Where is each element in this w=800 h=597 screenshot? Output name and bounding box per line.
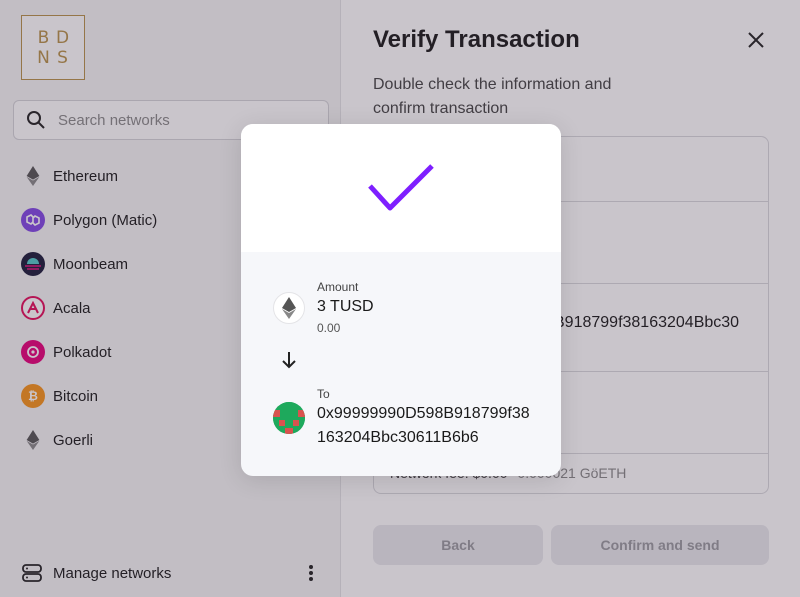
success-header xyxy=(241,124,561,252)
amount-fiat-value: 0.00 xyxy=(317,321,341,335)
amount-label: Amount xyxy=(317,280,359,294)
amount-value: 3 TUSD xyxy=(317,298,374,315)
transfer-summary: Amount 3 TUSD 0.00 To 0x99999990D598B918… xyxy=(241,252,561,476)
transaction-success-modal: Amount 3 TUSD 0.00 To 0x99999990D598B918… xyxy=(241,124,561,476)
recipient-address: 0x99999990D598B918799f38163204Bbc30611B6… xyxy=(317,405,530,446)
recipient-label: To xyxy=(317,387,330,401)
ethereum-icon xyxy=(273,292,305,324)
checkmark-icon xyxy=(368,164,434,211)
recipient-avatar xyxy=(273,402,305,434)
arrow-down-icon xyxy=(282,352,296,369)
